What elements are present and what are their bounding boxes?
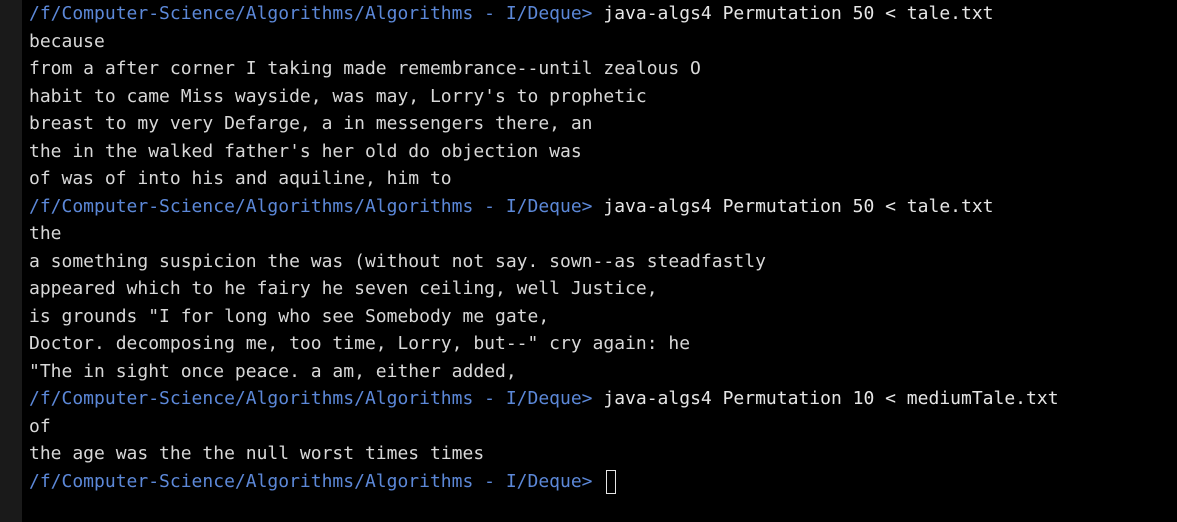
output-line: Doctor. decomposing me, too time, Lorry,… — [29, 333, 691, 354]
command-text: java-algs4 Permutation 10 < mediumTale.t… — [603, 388, 1059, 409]
command-text: java-algs4 Permutation 50 < tale.txt — [603, 195, 994, 217]
output-line: of was of into his and aquiline, him to — [29, 168, 452, 189]
output-line: from a after corner I taking made rememb… — [29, 58, 701, 79]
output-line: appeared which to he fairy he seven ceil… — [29, 278, 658, 299]
output-line: the in the walked father's her old do ob… — [29, 140, 582, 162]
command-text: java-algs4 Permutation 50 < tale.txt — [603, 3, 994, 24]
prompt-line: /f/Computer-Science/Algorithms/Algorithm… — [29, 193, 1059, 221]
output-line: the — [29, 223, 62, 244]
prompt-path: /f/Computer-Science/Algorithms/Algorithm… — [29, 3, 593, 24]
output-line: the age was the the null worst times tim… — [29, 443, 485, 464]
output-line: habit to came Miss wayside, was may, Lor… — [29, 85, 647, 107]
output-line: because — [29, 30, 105, 52]
prompt-line: /f/Computer-Science/Algorithms/Algorithm… — [29, 385, 1059, 413]
prompt-path: /f/Computer-Science/Algorithms/Algorithm… — [29, 195, 593, 217]
output-line: is grounds "I for long who see Somebody … — [29, 305, 550, 327]
prompt-line: /f/Computer-Science/Algorithms/Algorithm… — [29, 0, 1059, 28]
output-line: breast to my very Defarge, a in messenge… — [29, 113, 593, 134]
output-line: "The in sight once peace. a am, either a… — [29, 360, 517, 382]
terminal-window[interactable]: /f/Computer-Science/Algorithms/Algorithm… — [0, 0, 1177, 522]
active-prompt-line[interactable]: /f/Computer-Science/Algorithms/Algorithm… — [29, 468, 1059, 496]
prompt-path: /f/Computer-Science/Algorithms/Algorithm… — [29, 388, 593, 409]
text-cursor — [606, 469, 617, 494]
terminal-gutter — [0, 0, 22, 522]
terminal-output: /f/Computer-Science/Algorithms/Algorithm… — [29, 0, 1059, 495]
output-line: a something suspicion the was (without n… — [29, 250, 766, 272]
prompt-path: /f/Computer-Science/Algorithms/Algorithm… — [29, 470, 593, 492]
output-line: of — [29, 415, 51, 437]
